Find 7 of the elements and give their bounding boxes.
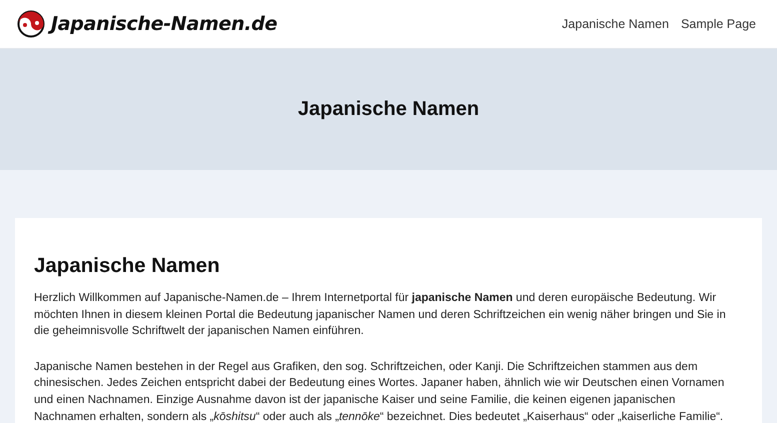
nav-link[interactable]: Sample Page [680, 17, 756, 31]
paragraph: Japanische Namen bestehen in der Regel aus Grafiken, den sog. Schriftzeichen, oder Kanji. Die Schriftzeichen stammen aus dem chinesischen. Jedes Zeichen entspricht dabei der Bedeutung eines Wortes. Japaner haben, ähnlich wie wir Deutschen einen Vornamen und einen Nachnamen. Einzige Ausnahme davon ist der japanische Kaiser und seine Familie, die keinen eigenen japanischen Nachnamen erhalten, sondern als „kōshitsu“ oder auch als „tennōke“ bezeichnet. Dies bedeutet „Kaiserhaus“ oder „kaiserliche Familie“. [34, 360, 726, 423]
page-title: Japanische Namen [298, 98, 480, 121]
yin-yang-icon [17, 10, 45, 38]
article-heading: Japanische Namen [34, 254, 221, 278]
paragraph: Herzlich Willkommen auf Japanische-Namen.de – Ihrem Internetportal für japanische Namen und deren europäische Bedeutung. Wir möchten Ihnen in diesem kleinen Portal die Bedeutung japanischer Namen und deren Schriftzeichen ein wenig näher bringen und Sie in die geheimnisvolle Schriftwelt der japanischen Namen einführen. [34, 291, 727, 340]
nav-link[interactable]: Japanische Namen [562, 17, 669, 31]
